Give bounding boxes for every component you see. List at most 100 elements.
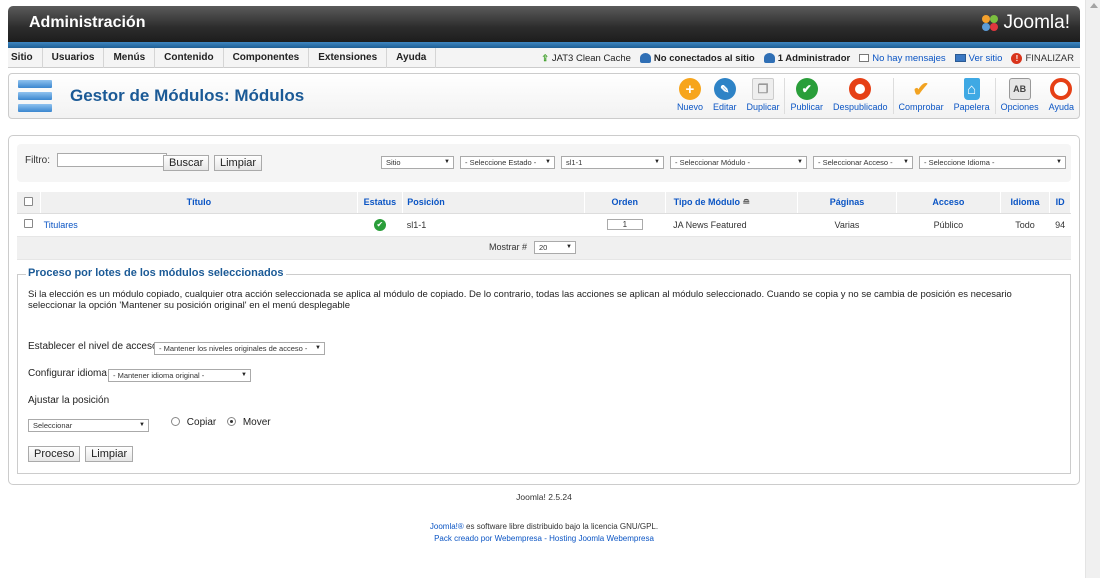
message-icon xyxy=(859,54,870,62)
new-button[interactable]: + Nuevo xyxy=(672,74,708,118)
modules-table: Título Estatus Posición Orden Tipo de Mó… xyxy=(17,192,1071,260)
menu-extensiones[interactable]: Extensiones xyxy=(309,47,388,68)
footer-version: Joomla! 2.5.24 xyxy=(516,492,572,502)
trash-button[interactable]: ⌂ Papelera xyxy=(949,74,995,118)
move-radio[interactable] xyxy=(227,417,237,427)
power-icon: ! xyxy=(1011,52,1023,64)
options-button[interactable]: AB Opciones xyxy=(996,74,1044,118)
filter-label: Filtro: xyxy=(25,155,50,166)
order-input[interactable]: 1 xyxy=(606,219,643,230)
duplicate-button[interactable]: ❐ Duplicar xyxy=(741,74,784,118)
search-button[interactable]: Buscar xyxy=(163,155,210,171)
filter-language-select[interactable]: - Seleccione Idioma - xyxy=(919,156,1066,169)
copy-radio[interactable] xyxy=(171,417,180,427)
row-id: 94 xyxy=(1049,213,1071,237)
toolbar: + Nuevo ✎ Editar ❐ Duplicar ✔ Publicar D… xyxy=(672,74,1079,118)
main-content: Filtro: Buscar Limpiar Sitio - Seleccion… xyxy=(8,135,1080,485)
sort-desc-icon: ≘ xyxy=(742,196,751,207)
footer-pack-link[interactable]: Pack creado por Webempresa - Hosting Joo… xyxy=(8,534,1080,543)
batch-language-select[interactable]: - Mantener idioma original - xyxy=(108,368,251,382)
cache-icon: ⇪ xyxy=(541,52,549,63)
messages-link[interactable]: No hay mensajes xyxy=(859,53,946,64)
view-site-link[interactable]: Ver sitio xyxy=(954,53,1002,64)
select-all-checkbox[interactable] xyxy=(24,196,34,206)
row-title-link[interactable]: Titulares xyxy=(40,213,358,237)
filter-state-select[interactable]: - Seleccione Estado - xyxy=(460,156,555,169)
copy-icon: ❐ xyxy=(751,78,774,100)
col-title[interactable]: Título xyxy=(40,192,358,214)
col-id[interactable]: ID xyxy=(1049,192,1071,214)
edit-button[interactable]: ✎ Editar xyxy=(708,74,742,118)
clear-filter-button[interactable]: Limpiar xyxy=(214,155,263,171)
row-order-cell: 1 xyxy=(584,213,666,237)
modules-icon xyxy=(18,80,52,113)
user-icon xyxy=(639,53,651,63)
toolbar-box: Gestor de Módulos: Módulos + Nuevo ✎ Edi… xyxy=(8,73,1080,119)
page-title: Gestor de Módulos: Módulos xyxy=(70,86,305,105)
joomla-logo[interactable]: Joomla! xyxy=(980,12,1070,34)
menu-usuarios[interactable]: Usuarios xyxy=(43,47,105,68)
batch-clear-button[interactable]: Limpiar xyxy=(85,445,134,462)
row-pages: Varias xyxy=(797,213,897,237)
filter-module-select[interactable]: - Seleccionar Módulo - xyxy=(670,156,807,169)
pencil-icon: ✎ xyxy=(713,78,736,100)
filter-search-input[interactable] xyxy=(57,153,167,167)
pager: Mostrar # 20 xyxy=(17,236,1071,260)
menu-componentes[interactable]: Componentes xyxy=(224,47,310,68)
batch-legend: Proceso por lotes de los módulos selecci… xyxy=(26,266,286,279)
row-select-cell xyxy=(17,213,41,237)
col-access[interactable]: Acceso xyxy=(896,192,1001,214)
filter-position-select[interactable]: sl1-1 xyxy=(561,156,664,169)
batch-position-row: Ajustar la posición xyxy=(28,395,109,406)
copy-label: Copiar xyxy=(186,416,217,428)
batch-access-select[interactable]: - Mantener los niveles originales de acc… xyxy=(154,341,325,355)
batch-language-row: Configurar idioma xyxy=(28,368,107,379)
page-scrollbar[interactable] xyxy=(1085,0,1100,578)
batch-access-label: Establecer el nivel de acceso xyxy=(28,340,158,352)
published-check-icon[interactable]: ✔ xyxy=(373,218,386,231)
publish-button[interactable]: ✔ Publicar xyxy=(785,74,828,118)
filter-access-select[interactable]: - Seleccionar Acceso - xyxy=(813,156,913,169)
footer-license: Joomla!® es software libre distribuido b… xyxy=(429,522,659,531)
logout-link[interactable]: ! FINALIZAR xyxy=(1011,52,1074,64)
monitor-icon xyxy=(954,54,966,62)
row-position: sl1-1 xyxy=(402,213,585,237)
move-label: Mover xyxy=(242,416,271,428)
checkin-button[interactable]: ✔ Comprobar xyxy=(894,74,949,118)
row-checkbox[interactable] xyxy=(24,219,34,228)
col-language[interactable]: Idioma xyxy=(1000,192,1051,214)
unpublish-button[interactable]: Despublicado xyxy=(828,74,893,118)
menu-ayuda[interactable]: Ayuda xyxy=(387,47,437,68)
help-button[interactable]: Ayuda xyxy=(1044,74,1079,118)
admin-page: Administración Joomla! Sitio Usuarios Me… xyxy=(8,6,1080,543)
col-pages[interactable]: Páginas xyxy=(797,192,898,214)
col-order[interactable]: Orden xyxy=(584,192,666,214)
menu-menus[interactable]: Menús xyxy=(104,47,156,68)
header-title: Administración xyxy=(29,14,146,31)
col-position[interactable]: Posición xyxy=(402,192,585,214)
clean-cache-link[interactable]: ⇪ JAT3 Clean Cache xyxy=(541,53,631,64)
pager-limit-select[interactable]: 20 xyxy=(534,240,576,254)
menu-contenido[interactable]: Contenido xyxy=(155,47,224,68)
batch-actions: Proceso Limpiar xyxy=(28,445,134,462)
joomla-link[interactable]: Joomla!® xyxy=(430,522,464,531)
help-icon xyxy=(1050,78,1073,100)
select-all-header xyxy=(17,192,42,214)
batch-position-select[interactable]: Seleccionar xyxy=(28,418,149,432)
col-module-type[interactable]: Tipo de Módulo ≘ xyxy=(665,192,798,214)
admin-header: Administración Joomla! xyxy=(8,6,1080,42)
checkin-icon: ✔ xyxy=(912,78,930,101)
pager-label: Mostrar # xyxy=(489,241,528,252)
process-button[interactable]: Proceso xyxy=(28,445,81,462)
stop-icon xyxy=(849,78,872,100)
admins-status: 1 Administrador xyxy=(763,53,850,64)
joomla-logo-text: Joomla! xyxy=(1003,12,1070,33)
table-header-row: Título Estatus Posición Orden Tipo de Mó… xyxy=(17,192,1071,214)
admin-menubar: Sitio Usuarios Menús Contenido Component… xyxy=(8,47,1080,68)
menu-sitio[interactable]: Sitio xyxy=(8,47,43,68)
status-bar: ⇪ JAT3 Clean Cache No conectados al sitio… xyxy=(541,48,1074,68)
filter-site-select[interactable]: Sitio xyxy=(381,156,454,169)
col-status[interactable]: Estatus xyxy=(357,192,404,214)
scroll-up-icon[interactable] xyxy=(1090,3,1098,8)
batch-copy-move: Copiar Mover xyxy=(171,417,271,428)
